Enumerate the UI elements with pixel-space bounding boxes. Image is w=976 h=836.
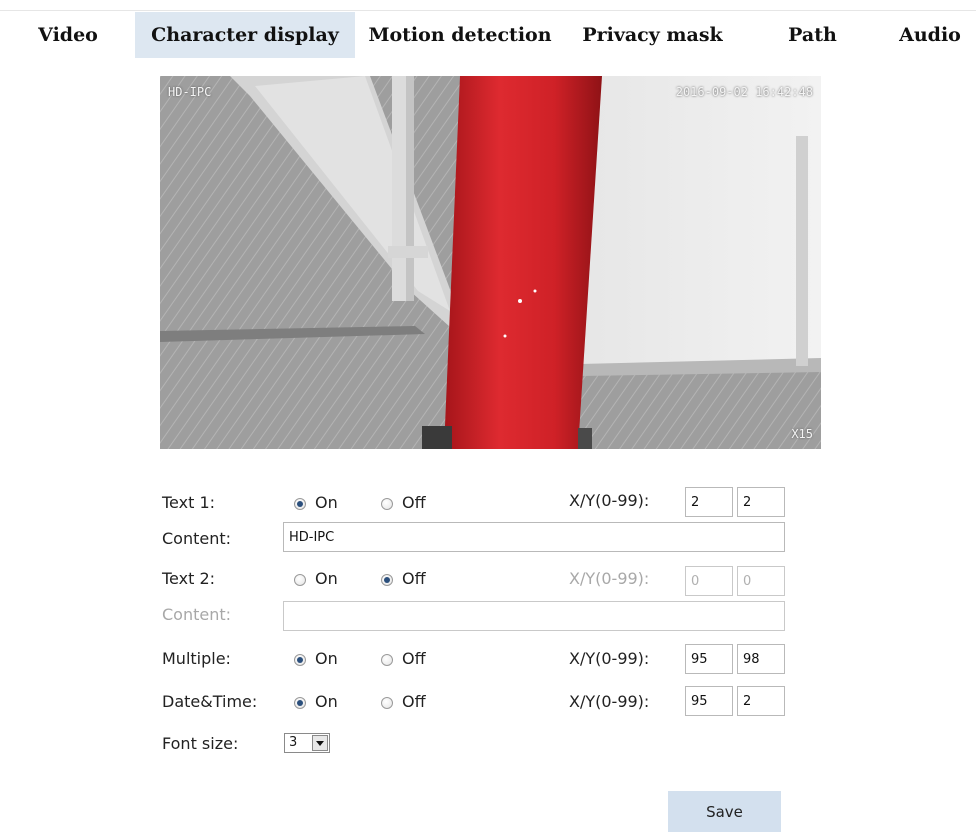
font-size-value: 3 [289,735,298,750]
text2-on-radio[interactable] [294,574,306,586]
text1-y-input[interactable] [737,487,785,517]
text2-x-input[interactable] [685,566,733,596]
tab-audio[interactable]: Audio [890,12,970,58]
datetime-on-label: On [315,692,338,711]
text1-xy-label: X/Y(0-99): [569,491,650,510]
text1-on-radio[interactable] [294,498,306,510]
multiple-xy-label: X/Y(0-99): [569,649,650,668]
datetime-y-input[interactable] [737,686,785,716]
multiple-off-label: Off [402,649,426,668]
tab-video[interactable]: Video [24,12,112,58]
text2-content-input[interactable] [283,601,785,631]
tab-character-display[interactable]: Character display [135,12,355,58]
multiple-off-radio[interactable] [381,654,393,666]
tab-bar: Video Character display Motion detection… [0,10,976,58]
text1-content-label: Content: [162,529,232,548]
multiple-on-radio[interactable] [294,654,306,666]
text2-xy-label: X/Y(0-99): [569,569,650,588]
font-size-label: Font size: [162,734,239,753]
text2-content-label: Content: [162,605,232,624]
text1-label: Text 1: [162,493,216,512]
tab-motion-detection[interactable]: Motion detection [360,12,560,58]
multiple-on-label: On [315,649,338,668]
text1-content-input[interactable] [283,522,785,552]
text2-label: Text 2: [162,569,216,588]
datetime-label: Date&Time: [162,692,258,711]
text2-off-radio[interactable] [381,574,393,586]
multiple-label: Multiple: [162,649,231,668]
text1-off-radio[interactable] [381,498,393,510]
save-button[interactable]: Save [668,791,781,832]
multiple-x-input[interactable] [685,644,733,674]
multiple-y-input[interactable] [737,644,785,674]
osd-text1: HD-IPC [168,85,212,99]
video-preview: HD-IPC 2016-09-02 16:42:48 X15 [160,76,821,449]
datetime-xy-label: X/Y(0-99): [569,692,650,711]
osd-datetime: 2016-09-02 16:42:48 [675,85,813,99]
text2-off-label: Off [402,569,426,588]
text1-x-input[interactable] [685,487,733,517]
datetime-off-label: Off [402,692,426,711]
tab-privacy-mask[interactable]: Privacy mask [570,12,735,58]
datetime-off-radio[interactable] [381,697,393,709]
osd-multiple: X15 [791,427,813,441]
tab-path[interactable]: Path [765,12,860,58]
datetime-x-input[interactable] [685,686,733,716]
text1-on-label: On [315,493,338,512]
text2-on-label: On [315,569,338,588]
camera-scene-image [160,76,821,449]
datetime-on-radio[interactable] [294,697,306,709]
chevron-down-icon[interactable] [312,735,328,751]
font-size-select[interactable]: 3 [284,733,330,753]
text2-y-input[interactable] [737,566,785,596]
text1-off-label: Off [402,493,426,512]
